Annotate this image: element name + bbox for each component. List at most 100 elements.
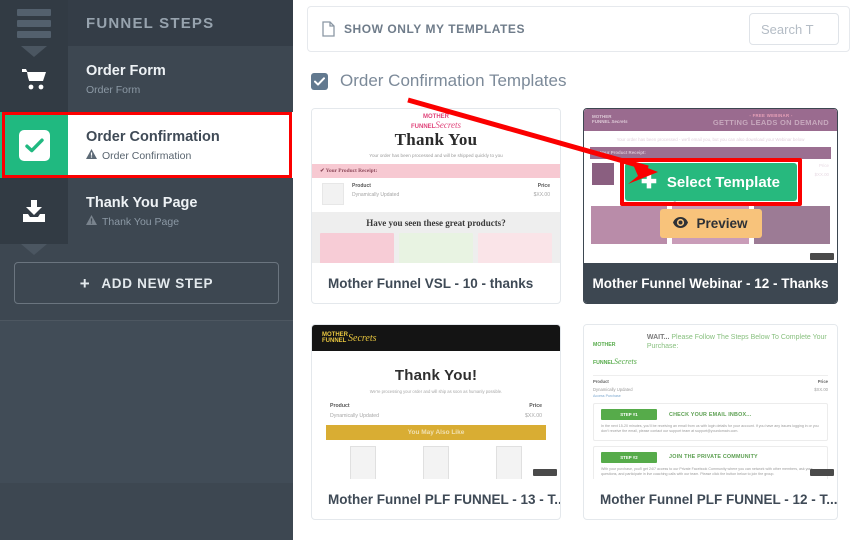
book-cover — [496, 446, 523, 479]
templates-toolbar: SHOW ONLY MY TEMPLATES Search T — [307, 6, 850, 52]
preview-product-table: Product Price Dynamically Updated $XX.00… — [593, 375, 828, 398]
step-pill: STEP #2 — [601, 451, 657, 463]
sidebar-title: FUNNEL STEPS — [86, 14, 215, 32]
product-thumb — [322, 183, 344, 205]
col-price: Price — [817, 379, 828, 384]
template-card[interactable]: MOTHER FUNNEL Secrets Thank You! We're pro… — [311, 324, 561, 520]
template-thumbnail: MOTHER FUNNEL Secrets Thank You! We're pro… — [312, 325, 560, 479]
add-new-step-button[interactable]: + ADD NEW STEP — [14, 262, 279, 304]
product-value: Dynamically Updated — [330, 413, 380, 419]
band-title: You May Also Like — [326, 425, 546, 440]
product-link: Access Purchase — [593, 394, 621, 398]
step-name: Order Confirmation — [86, 128, 220, 145]
preview-books: Book #1 Book #2 Book #3 — [312, 440, 560, 479]
preview-product-table: Product Price Dynamically Updated $XX.00 — [330, 403, 542, 419]
book-item: Book #2 — [422, 446, 449, 479]
product-image — [320, 233, 394, 263]
templates-grid: MOTHER FUNNELSecrets Thank You Your order… — [311, 108, 864, 520]
template-thumbnail: MOTHER FUNNELSecrets WAIT... Please Follo… — [584, 325, 837, 479]
sidebar-step-body: Order Form Order Form — [68, 46, 293, 112]
sidebar-menu-button[interactable] — [0, 0, 68, 46]
show-only-my-templates-button[interactable]: SHOW ONLY MY TEMPLATES — [322, 21, 525, 37]
preview-step-1: STEP #1 CHECK YOUR EMAIL INBOX... In the… — [593, 403, 828, 441]
book-cover — [349, 446, 376, 479]
eye-icon — [673, 216, 689, 231]
section-title: Order Confirmation Templates — [340, 71, 567, 90]
sidebar-step-body: Order Confirmation Order Confirmation — [68, 112, 293, 178]
template-card-active[interactable]: MOTHER FUNNEL Secrets - FREE WEBINAR - GE… — [583, 108, 838, 304]
step-subtitle-text: Order Confirmation — [102, 149, 192, 162]
sidebar-step-thank-you-page[interactable]: Thank You Page Thank You Page — [0, 178, 293, 244]
step-subtitle: Order Form — [86, 84, 293, 96]
preview-template-label: Preview — [696, 216, 748, 231]
checkmark-icon[interactable] — [311, 72, 328, 90]
step-subtitle-text: Order Form — [86, 83, 141, 96]
col-price: Price — [537, 183, 550, 189]
search-placeholder: Search T — [761, 21, 814, 37]
document-icon — [322, 21, 335, 37]
product-value: Dynamically Updated — [352, 192, 400, 198]
preview-badge — [810, 469, 834, 476]
add-step-section: + ADD NEW STEP — [0, 244, 293, 320]
step-connector-arrow — [21, 46, 47, 57]
hamburger-icon[interactable] — [17, 8, 51, 38]
warning-icon — [86, 215, 97, 228]
preview-heading: Thank You! — [394, 367, 478, 384]
step-title: JOIN THE PRIVATE COMMUNITY — [669, 454, 758, 461]
product-value: Dynamically Updated — [593, 387, 633, 392]
template-hover-overlay: ✚ Select Template Preview — [584, 109, 837, 263]
sidebar-empty-area — [0, 320, 293, 483]
download-inbox-icon — [0, 178, 68, 244]
step-subtitle: Order Confirmation — [86, 149, 293, 162]
template-card[interactable]: MOTHER FUNNELSecrets WAIT... Please Follo… — [583, 324, 838, 520]
preview-upsell-band: Have you seen these great products? — [312, 212, 560, 263]
preview-kicker: WAIT... — [646, 334, 670, 341]
brand-logo: MOTHERFUNNELSecrets — [312, 325, 560, 351]
preview-step-2: STEP #2 JOIN THE PRIVATE COMMUNITY With … — [593, 445, 828, 479]
annotation-highlight-box — [619, 158, 802, 206]
step-subtitle-text: Thank You Page — [102, 215, 180, 228]
template-thumbnail: MOTHER FUNNEL Secrets - FREE WEBINAR - GE… — [584, 109, 837, 263]
step-body: With your purchase, you'll get 24/7 acce… — [601, 466, 813, 477]
search-input[interactable]: Search T — [749, 13, 839, 45]
col-price: Price — [529, 403, 542, 409]
book-item: Book #3 — [496, 446, 523, 479]
add-new-step-label: ADD NEW STEP — [101, 275, 214, 291]
book-item: Book #1 — [349, 446, 376, 479]
col-product: Product — [352, 183, 371, 189]
preview-subheading: Your order has been processed and will b… — [369, 153, 503, 158]
col-product: Product — [330, 403, 350, 409]
preview-heading: Thank You — [394, 130, 478, 149]
warning-icon — [86, 149, 97, 162]
preview-template-button[interactable]: Preview — [659, 209, 762, 238]
step-subtitle: Thank You Page — [86, 215, 293, 228]
preview-badge — [533, 469, 557, 476]
preview-heading: Please Follow The Steps Below To Complet… — [646, 334, 827, 351]
col-product: Product — [593, 379, 609, 384]
checkbox-glyph — [18, 129, 50, 161]
template-title: Mother Funnel VSL - 10 - thanks — [328, 275, 534, 291]
step-title: CHECK YOUR EMAIL INBOX... — [669, 411, 752, 418]
step-connector-arrow — [21, 244, 47, 255]
preview-heading-group: WAIT... Please Follow The Steps Below To… — [647, 333, 828, 352]
sidebar-header: FUNNEL STEPS — [0, 0, 293, 46]
step-name: Order Form — [86, 63, 166, 80]
template-card[interactable]: MOTHER FUNNELSecrets Thank You Your order… — [311, 108, 561, 304]
template-title: Mother Funnel PLF FUNNEL - 12 - T... — [600, 491, 837, 507]
template-title: Mother Funnel PLF FUNNEL - 13 - T... — [328, 491, 560, 507]
preview-product-row: Product Price Dynamically Updated $XX.00 — [312, 178, 560, 205]
step-pill: STEP #1 — [601, 409, 657, 420]
template-browser: SHOW ONLY MY TEMPLATES Search T Order Co… — [293, 0, 864, 540]
price-value: $XX.00 — [814, 387, 828, 392]
product-image — [399, 233, 473, 263]
template-thumbnail: MOTHER FUNNELSecrets Thank You Your order… — [312, 109, 560, 263]
show-only-my-templates-label: SHOW ONLY MY TEMPLATES — [344, 22, 526, 36]
step-body: In the next 15-20 minutes, you'll be rec… — [601, 424, 819, 434]
preview-receipt-label: ✔ Your Product Receipt: — [312, 164, 560, 178]
section-header: Order Confirmation Templates — [311, 71, 864, 91]
template-title: Mother Funnel Webinar - 12 - Thanks — [584, 263, 837, 303]
band-title: Have you seen these great products? — [366, 218, 506, 228]
receipt-text: Your Product Receipt: — [325, 168, 378, 174]
sidebar-step-body: Thank You Page Thank You Page — [68, 178, 293, 244]
funnel-steps-sidebar: FUNNEL STEPS Order Form Order Form Order… — [0, 0, 293, 540]
